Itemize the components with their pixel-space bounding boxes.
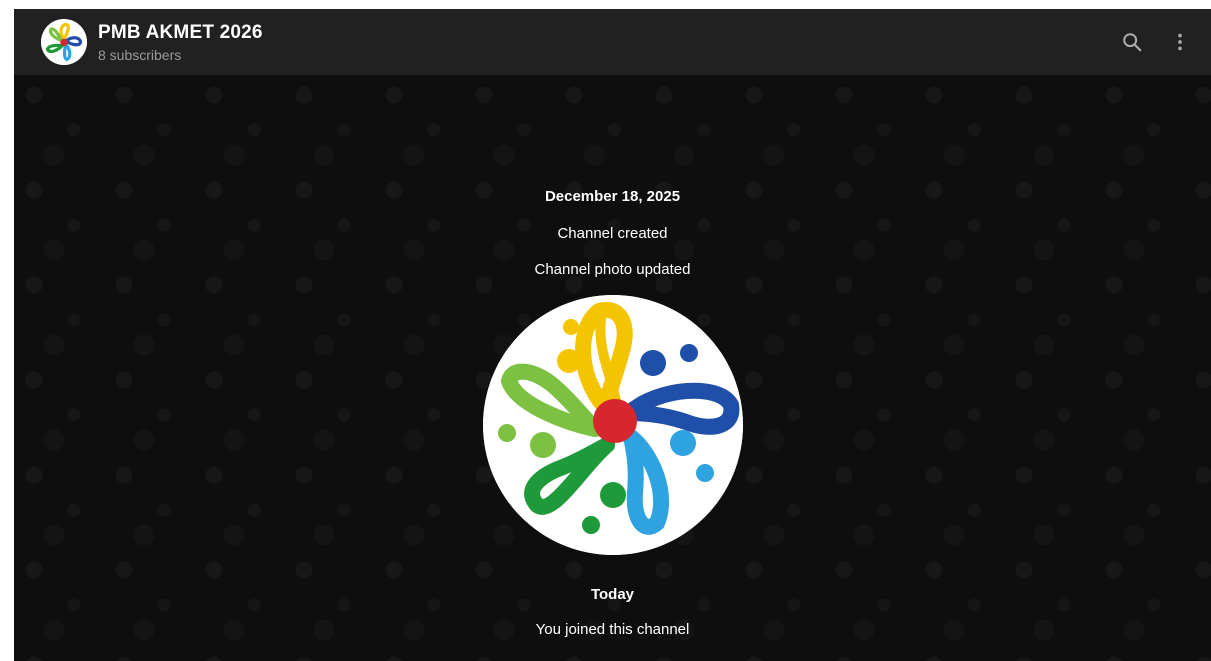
chat-area[interactable]: December 18, 2025 Channel created Channe… bbox=[14, 75, 1211, 661]
service-message-text: Channel photo updated bbox=[534, 261, 691, 278]
service-message-text: Channel created bbox=[557, 225, 668, 242]
channel-title: PMB AKMET 2026 bbox=[98, 22, 263, 43]
akmet-logo-icon bbox=[41, 19, 87, 65]
channel-header: PMB AKMET 2026 8 subscribers bbox=[14, 9, 1211, 75]
date-label: Today bbox=[590, 586, 635, 603]
service-message: You joined this channel bbox=[14, 620, 1211, 640]
more-vertical-icon bbox=[1178, 33, 1182, 51]
service-message: Channel created bbox=[14, 224, 1211, 244]
akmet-logo-icon bbox=[483, 295, 743, 555]
search-button[interactable] bbox=[1118, 28, 1146, 56]
service-message: Channel photo updated bbox=[14, 260, 1211, 280]
channel-photo-preview[interactable] bbox=[483, 295, 743, 555]
more-options-button[interactable] bbox=[1166, 28, 1194, 56]
date-separator: Today bbox=[14, 585, 1211, 605]
telegram-window: PMB AKMET 2026 8 subscribers December 18… bbox=[14, 9, 1211, 661]
service-message-text: You joined this channel bbox=[535, 621, 690, 638]
subscriber-count: 8 subscribers bbox=[98, 47, 182, 63]
search-icon bbox=[1123, 33, 1142, 52]
channel-avatar[interactable] bbox=[41, 19, 87, 65]
date-separator: December 18, 2025 bbox=[14, 187, 1211, 207]
channel-title-block[interactable]: PMB AKMET 2026 8 subscribers bbox=[98, 22, 263, 64]
date-label: December 18, 2025 bbox=[544, 188, 681, 205]
